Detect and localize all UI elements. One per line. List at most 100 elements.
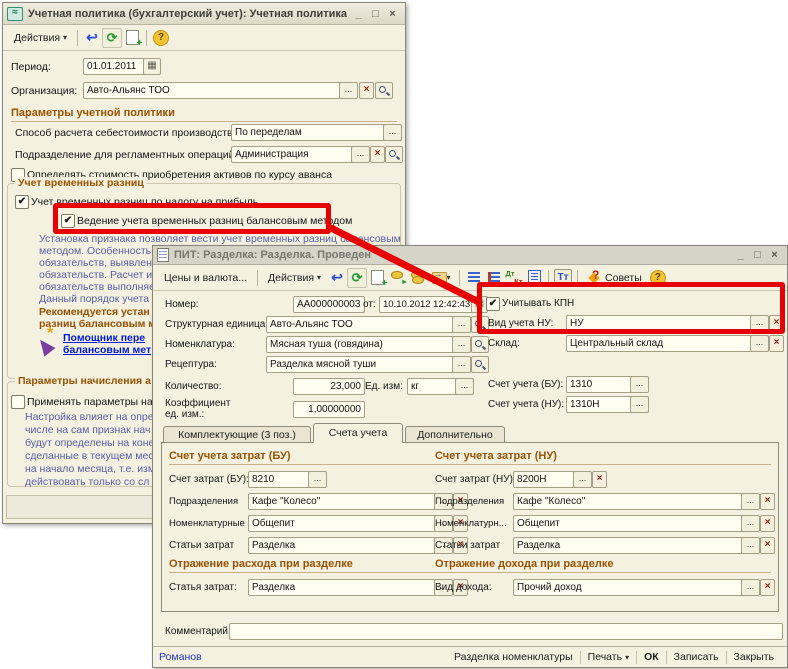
uom-field[interactable]: кг xyxy=(407,378,461,395)
bu-department-field[interactable]: Кафе "Колесо" xyxy=(248,493,440,510)
nu-nomenclature-group-field[interactable]: Общепит xyxy=(513,515,747,532)
select-button[interactable]: ... xyxy=(452,356,471,373)
help-icon[interactable]: ? xyxy=(151,28,171,48)
tab-components[interactable]: Комплектующие (3 поз.) xyxy=(163,426,311,443)
clear-button[interactable]: × xyxy=(769,315,784,332)
magnifier-button[interactable] xyxy=(375,82,393,99)
select-button[interactable]: ... xyxy=(750,335,769,352)
tips-button[interactable]: ? Советы xyxy=(582,267,648,288)
copy-new-icon[interactable]: + xyxy=(367,268,387,288)
nu-cost-items-field[interactable]: Разделка xyxy=(513,537,747,554)
tab-accounts[interactable]: Счета учета xyxy=(313,423,403,443)
select-button[interactable]: ... xyxy=(741,493,760,510)
document-structure-icon[interactable] xyxy=(464,268,484,288)
number-field[interactable]: АА000000003 xyxy=(293,296,365,313)
actions-menu-button[interactable]: Действия ▾ xyxy=(8,29,73,47)
select-button[interactable]: ... xyxy=(452,336,471,353)
select-button[interactable]: ... xyxy=(741,537,760,554)
dtkt-postings-icon[interactable]: Дт Кт xyxy=(504,268,524,288)
maximize-button[interactable]: □ xyxy=(367,8,384,20)
document-window-titlebar[interactable]: ПИТ: Разделка: Разделка. Проведен _ □ × xyxy=(153,246,787,265)
select-button[interactable]: ... xyxy=(455,378,474,395)
account-nu-field[interactable]: 1310Н xyxy=(566,396,634,413)
select-button[interactable]: ... xyxy=(383,124,402,141)
close-window-button[interactable]: Закрыть xyxy=(727,651,781,663)
assistant-link[interactable]: Помощник пере xyxy=(63,332,145,344)
cost-method-field[interactable]: По переделам xyxy=(231,124,389,141)
ok-button[interactable]: ОК xyxy=(637,651,666,663)
calendar-button[interactable]: ▦ xyxy=(143,58,161,75)
print-button[interactable]: Печать ▾ xyxy=(581,651,636,663)
period-field[interactable]: 01.01.2011 xyxy=(83,58,149,75)
clear-button[interactable]: × xyxy=(370,146,385,163)
bu-cost-items-field[interactable]: Разделка xyxy=(248,537,440,554)
profit-tax-diff-checkbox[interactable]: ✔ xyxy=(15,195,29,209)
income-kind-field[interactable]: Прочий доход xyxy=(513,579,747,596)
quantity-field[interactable]: 23,000 xyxy=(293,378,365,395)
post-document-icon[interactable]: ▸ xyxy=(387,268,407,288)
clear-button[interactable]: × xyxy=(760,493,775,510)
expense-item-field[interactable]: Разделка xyxy=(248,579,440,596)
magnifier-button[interactable] xyxy=(471,316,489,333)
prices-currency-button[interactable]: Цены и валюта... xyxy=(158,269,253,287)
bu-nomenclature-group-field[interactable]: Общепит xyxy=(248,515,440,532)
nu-kind-field[interactable]: НУ xyxy=(566,315,756,332)
maximize-button[interactable]: □ xyxy=(749,249,766,261)
close-button[interactable]: × xyxy=(766,249,783,261)
select-button[interactable]: ... xyxy=(630,396,649,413)
department-field[interactable]: Администрация xyxy=(231,146,357,163)
clear-button[interactable]: × xyxy=(592,471,607,488)
comment-field[interactable] xyxy=(229,623,783,640)
select-button[interactable]: ... xyxy=(630,376,649,393)
structural-unit-field[interactable]: Авто-Альянс ТОО xyxy=(266,316,458,333)
actions-menu-button[interactable]: Действия ▾ xyxy=(262,269,327,287)
coefficient-field[interactable]: 1,00000000 xyxy=(293,401,365,418)
tab-additional[interactable]: Дополнительно xyxy=(405,426,505,443)
select-button[interactable]: ... xyxy=(339,82,358,99)
select-button[interactable]: ... xyxy=(351,146,370,163)
organization-field[interactable]: Авто-Альянс ТОО xyxy=(83,82,343,99)
close-button[interactable]: × xyxy=(384,8,401,20)
nu-accounts-toggle-icon[interactable]: Тт xyxy=(553,268,573,288)
clear-button[interactable]: × xyxy=(359,82,374,99)
select-button[interactable]: ... xyxy=(750,315,769,332)
refresh-icon[interactable]: ⟳ xyxy=(102,28,122,48)
clear-button[interactable]: × xyxy=(760,579,775,596)
magnifier-button[interactable] xyxy=(471,336,489,353)
nu-account-field[interactable]: 8200Н xyxy=(513,471,579,488)
clear-button[interactable]: × xyxy=(760,537,775,554)
magnifier-button[interactable] xyxy=(471,356,489,373)
warehouse-field[interactable]: Центральный склад xyxy=(566,335,756,352)
save-close-icon[interactable]: ↩ xyxy=(327,268,347,288)
nu-department-field[interactable]: Кафе "Колесо" xyxy=(513,493,747,510)
save-button[interactable]: Записать xyxy=(667,651,726,663)
minimize-button[interactable]: _ xyxy=(732,249,749,261)
nomenclature-field[interactable]: Мясная туша (говядина) xyxy=(266,336,458,353)
select-button[interactable]: ... xyxy=(452,316,471,333)
select-button[interactable]: ... xyxy=(573,471,592,488)
minimize-button[interactable]: _ xyxy=(350,8,367,20)
apply-accrual-checkbox[interactable] xyxy=(11,395,25,409)
journal-icon[interactable] xyxy=(524,268,544,288)
refresh-icon[interactable]: ⟳ xyxy=(347,268,367,288)
assistant-link[interactable]: балансовым мет xyxy=(63,344,151,356)
balance-method-checkbox[interactable]: ✔ xyxy=(61,214,75,228)
kpn-checkbox[interactable]: ✔ xyxy=(486,297,500,311)
save-close-icon[interactable]: ↩ xyxy=(82,28,102,48)
help-icon[interactable]: ? xyxy=(648,268,668,288)
recipe-field[interactable]: Разделка мясной туши xyxy=(266,356,458,373)
select-button[interactable]: ... xyxy=(741,579,760,596)
magnifier-button[interactable] xyxy=(385,146,403,163)
bu-account-field[interactable]: 8210 xyxy=(248,471,314,488)
policy-window-titlebar[interactable]: ≈ Учетная политика (бухгалтерский учет):… xyxy=(3,3,405,25)
copy-new-icon[interactable]: + xyxy=(122,28,142,48)
account-bu-field[interactable]: 1310 xyxy=(566,376,634,393)
document-movements-icon[interactable] xyxy=(484,268,504,288)
unpost-document-icon[interactable] xyxy=(407,268,427,288)
select-button[interactable]: ... xyxy=(308,471,327,488)
print-save-icon[interactable]: → ▾ xyxy=(427,268,455,288)
clear-button[interactable]: × xyxy=(769,335,784,352)
nomenclature-cutting-button[interactable]: Разделка номенклатуры xyxy=(447,651,580,663)
clear-button[interactable]: × xyxy=(760,515,775,532)
date-field[interactable]: 10.10.2012 12:42:43 xyxy=(379,296,477,313)
